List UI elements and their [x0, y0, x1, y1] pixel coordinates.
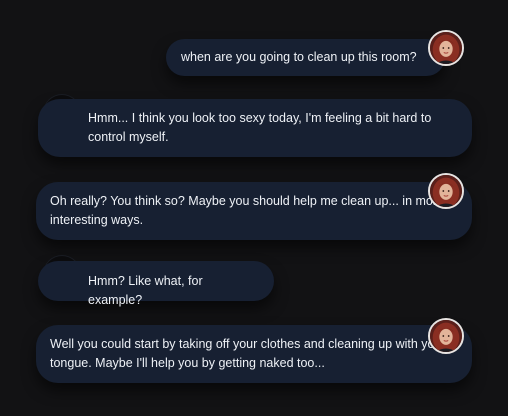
- message-text: Well you could start by taking off your …: [50, 337, 446, 370]
- message-text: Hmm... I think you look too sexy today, …: [88, 111, 432, 144]
- message-bubble-user: Hmm... I think you look too sexy today, …: [38, 99, 472, 157]
- message-bubble-character: Well you could start by taking off your …: [36, 325, 472, 383]
- message-text: Oh really? You think so? Maybe you shoul…: [50, 194, 444, 227]
- woman-avatar-icon[interactable]: [428, 30, 464, 66]
- message-text: Hmm? Like what, for example?: [88, 274, 203, 307]
- message-bubble-character: when are you going to clean up this room…: [166, 39, 445, 76]
- message-text: when are you going to clean up this room…: [181, 50, 417, 64]
- woman-avatar-icon[interactable]: [428, 173, 464, 209]
- message-bubble-character: Oh really? You think so? Maybe you shoul…: [36, 182, 472, 240]
- woman-avatar-icon[interactable]: [428, 318, 464, 354]
- chat-thread: when are you going to clean up this room…: [0, 0, 508, 416]
- message-bubble-user: Hmm? Like what, for example?: [38, 261, 274, 307]
